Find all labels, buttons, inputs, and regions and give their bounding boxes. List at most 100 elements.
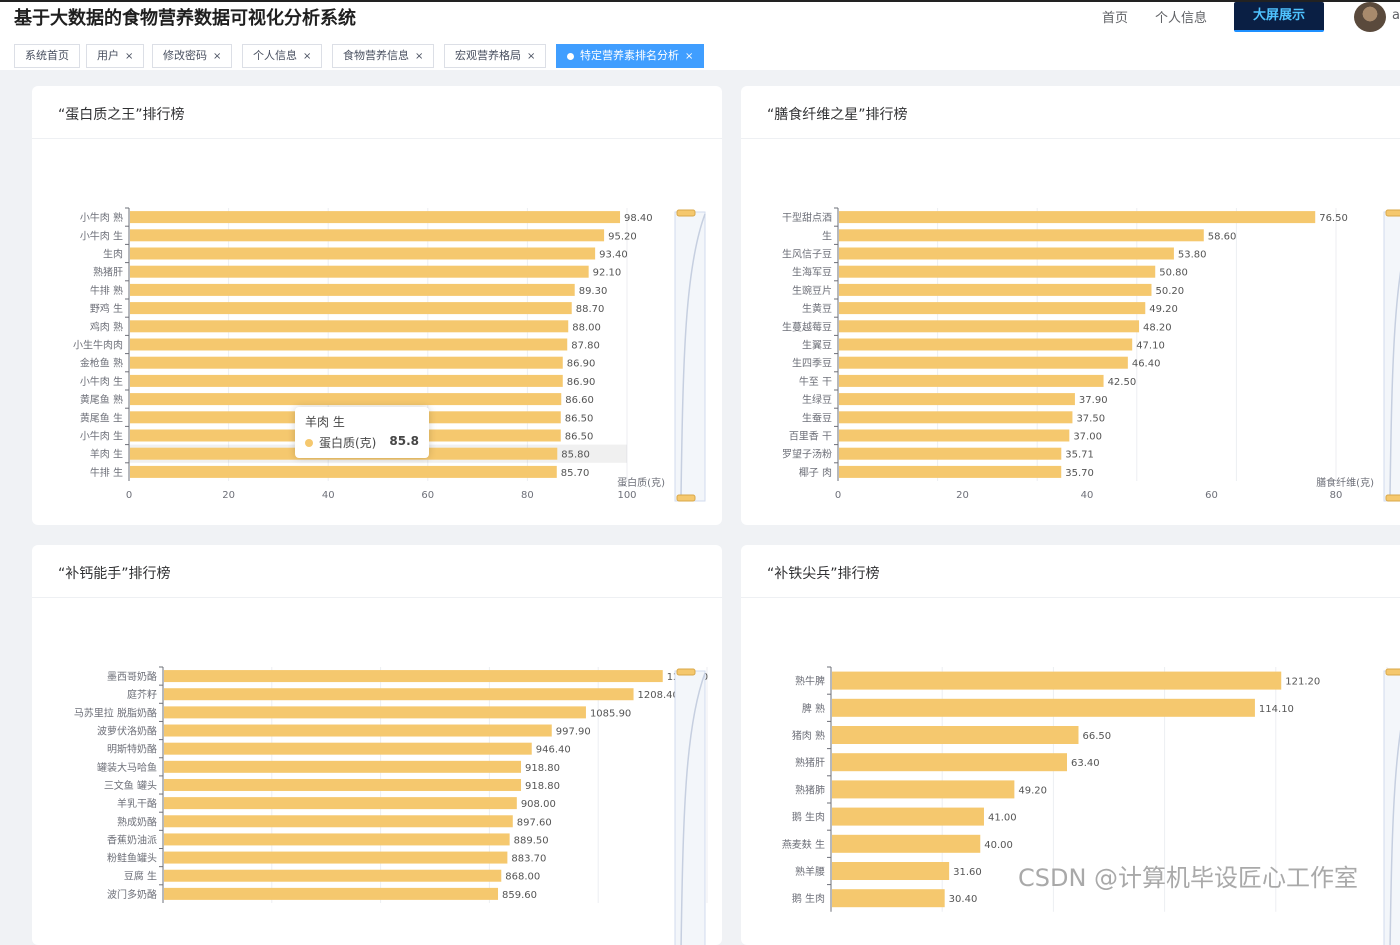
datazoom-slider[interactable]: [1383, 668, 1400, 945]
slider-handle-bottom: [676, 494, 696, 502]
series-dot-icon: [305, 439, 313, 447]
chart-tooltip: 羊肉 生 蛋白质(克) 85.8: [295, 407, 429, 458]
category-label: 粉鲑鱼罐头: [107, 852, 157, 865]
category-label: 明斯特奶酪: [107, 743, 157, 756]
value-label: 1085.90: [590, 708, 631, 719]
slider-track: [674, 670, 706, 945]
chart-svg: 小牛肉 熟 98.40 小牛肉 生 95.20 生肉 93.40 熟猪肝 92.10 牛排 熟 8…: [73, 207, 706, 502]
bar: [164, 724, 552, 737]
value-label: 63.40: [1071, 758, 1100, 769]
x-tick-label: 20: [222, 490, 235, 501]
value-label: 868.00: [505, 872, 540, 883]
value-label: 49.20: [1149, 304, 1178, 315]
close-icon[interactable]: ×: [213, 51, 221, 62]
x-tick-label: 40: [322, 490, 335, 501]
category-label: 百里香 干: [789, 431, 832, 443]
tooltip-value: 85.8: [389, 434, 419, 448]
tab-label: 食物营养信息: [343, 49, 409, 62]
bar: [130, 265, 589, 278]
bar: [164, 670, 663, 683]
close-icon[interactable]: ×: [527, 51, 535, 62]
close-icon[interactable]: ×: [415, 51, 423, 62]
slider-handle-top: [676, 209, 696, 217]
category-label: 熟猪肝: [93, 266, 123, 279]
category-label: 生四季豆: [792, 357, 832, 370]
datazoom-slider[interactable]: [1383, 209, 1400, 502]
slider-handle-bottom: [1385, 494, 1400, 502]
tab-home[interactable]: 系统首页: [14, 44, 80, 68]
category-label: 脾 熟: [802, 702, 825, 715]
category-label: 生翼豆: [802, 339, 832, 352]
value-label: 37.90: [1079, 395, 1108, 406]
value-label: 997.90: [556, 727, 591, 738]
category-label: 熟牛脾: [795, 675, 825, 688]
top-navbar: 基于大数据的食物营养数据可视化分析系统 首页 个人信息 大屏展示 a: [0, 0, 1400, 40]
bar: [130, 320, 569, 333]
x-tick-label: 40: [1081, 490, 1094, 501]
value-label: 49.20: [1018, 785, 1047, 796]
bar: [164, 760, 522, 773]
tab-change-password[interactable]: 修改密码 ×: [152, 44, 233, 68]
close-icon[interactable]: ×: [125, 51, 133, 62]
value-label: 37.00: [1073, 432, 1102, 443]
category-label: 熟猪肝: [795, 756, 825, 769]
slider-track: [1383, 670, 1400, 945]
bar: [839, 447, 1062, 460]
slider-track: [1383, 211, 1400, 502]
avatar[interactable]: [1354, 2, 1386, 32]
value-label: 48.20: [1143, 322, 1172, 333]
category-label: 野鸡 生: [90, 302, 123, 315]
value-label: 85.80: [561, 450, 590, 461]
x-tick-label: 0: [835, 490, 841, 501]
bar: [164, 851, 508, 864]
tab-label: 修改密码: [163, 49, 207, 62]
x-tick-label: 20: [956, 490, 969, 501]
datazoom-slider[interactable]: [674, 668, 706, 945]
category-label: 生肉: [103, 248, 123, 261]
tab-macro-pattern[interactable]: 宏观营养格局 ×: [444, 44, 547, 68]
category-label: 牛至 干: [799, 375, 832, 388]
category-label: 熟羊腰: [795, 865, 825, 878]
user-name[interactable]: a: [1392, 8, 1400, 23]
close-icon[interactable]: ×: [303, 51, 311, 62]
tab-profile[interactable]: 个人信息 ×: [242, 44, 323, 68]
value-label: 114.10: [1259, 704, 1294, 715]
bar: [164, 869, 502, 882]
category-label: 庭芥籽: [127, 688, 157, 701]
category-label: 羊肉 生: [90, 448, 123, 461]
category-label: 椰子 肉: [799, 466, 832, 479]
category-label: 羊乳干酪: [117, 797, 157, 810]
value-label: 46.40: [1132, 359, 1161, 370]
system-title: 基于大数据的食物营养数据可视化分析系统: [14, 8, 356, 29]
category-label: 熟猪肺: [795, 783, 825, 796]
bar: [164, 706, 586, 719]
bar: [832, 698, 1255, 717]
category-label: 小牛肉 生: [80, 375, 123, 388]
value-label: 50.80: [1159, 268, 1188, 279]
value-label: 88.00: [572, 322, 601, 333]
nav-home-link[interactable]: 首页: [1102, 7, 1128, 26]
bar: [832, 726, 1079, 744]
tab-user[interactable]: 用户 ×: [86, 44, 145, 68]
category-label: 金枪鱼 熟: [80, 357, 123, 370]
bar: [839, 411, 1073, 424]
value-label: 50.20: [1155, 286, 1184, 297]
value-label: 92.10: [593, 268, 622, 279]
nav-profile-link[interactable]: 个人信息: [1155, 7, 1207, 26]
tab-nutrient-ranking[interactable]: 特定营养素排名分析 ×: [556, 44, 705, 68]
value-label: 41.00: [988, 813, 1017, 824]
datazoom-slider[interactable]: [674, 209, 706, 502]
bar: [130, 302, 572, 315]
category-label: 小牛肉 生: [80, 229, 123, 242]
x-tick-label: 60: [1205, 490, 1218, 501]
tab-label: 个人信息: [253, 49, 297, 62]
category-label: 罐装大马哈鱼: [97, 761, 157, 774]
protein-ranking-card: “蛋白质之王”排行榜 小牛肉 熟 98.40 小牛肉 生 95.20 生肉 93.40 熟猪…: [32, 86, 722, 525]
category-label: 生风信子豆: [782, 248, 832, 261]
close-icon[interactable]: ×: [685, 51, 693, 62]
tab-food-nutrition[interactable]: 食物营养信息 ×: [332, 44, 435, 68]
value-label: 31.60: [953, 867, 982, 878]
category-label: 三文鱼 罐头: [104, 779, 157, 792]
bar: [130, 229, 605, 242]
big-screen-button[interactable]: 大屏展示: [1234, 2, 1324, 32]
